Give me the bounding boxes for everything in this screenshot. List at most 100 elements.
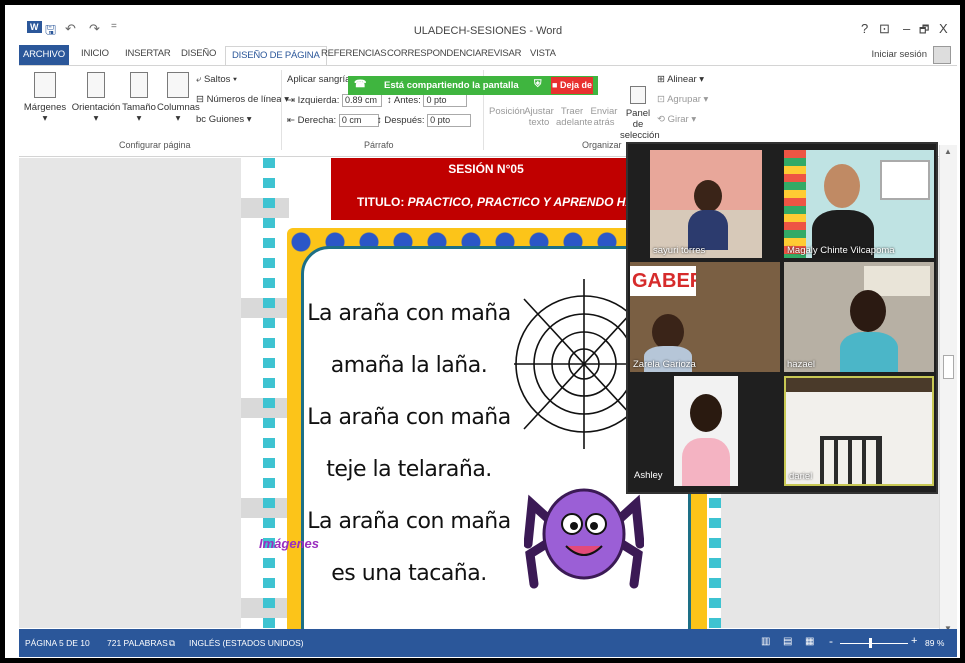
participant-head: [652, 314, 684, 350]
close-icon[interactable]: X: [939, 21, 948, 36]
orientacion-button[interactable]: Orientación ▾: [71, 72, 121, 124]
language-indicator[interactable]: INGLÉS (ESTADOS UNIDOS): [189, 638, 304, 648]
tab-diseno[interactable]: DISEÑO: [181, 48, 216, 59]
word-count[interactable]: 721 PALABRAS: [107, 638, 168, 648]
participant-tile[interactable]: Magaly Chinte Vilcapoma: [784, 150, 934, 258]
session-header: SESIÓN N°05 TITULO: PRACTICO, PRACTICO Y…: [331, 158, 659, 220]
share-banner-text: Está compartiendo la pantalla: [384, 80, 519, 91]
indent-left-icon: ⇥: [287, 95, 295, 107]
indent-right-input[interactable]: 0 cm: [338, 114, 379, 127]
columnas-button[interactable]: Columnas ▾: [157, 72, 200, 124]
tab-insertar[interactable]: INSERTAR: [125, 48, 171, 59]
phone-icon: ☎: [354, 79, 367, 90]
indent-left-input[interactable]: 0.89 cm: [341, 94, 382, 107]
girar-button[interactable]: ⟲ Girar ▾: [657, 114, 696, 125]
spacing-before-icon: ↕: [387, 95, 392, 107]
zoom-slider-thumb[interactable]: [869, 638, 872, 648]
print-layout-icon[interactable]: ▤: [783, 636, 792, 647]
poem-line: teje la telaraña.: [326, 457, 492, 482]
columns-icon: [167, 72, 189, 98]
vertical-scrollbar[interactable]: ▲ ▼: [939, 145, 957, 635]
tab-archivo[interactable]: ARCHIVO: [19, 45, 69, 65]
spacing-after-control: ↕ Después: 0 pto: [377, 114, 472, 127]
help-icon[interactable]: ?: [861, 21, 868, 36]
participant-tile[interactable]: [674, 376, 738, 486]
spacing-after-input[interactable]: 0 pto: [427, 114, 472, 127]
tab-inicio[interactable]: INICIO: [81, 48, 109, 59]
poem-line: es una tacaña.: [331, 561, 487, 586]
video-gallery-panel[interactable]: sayuri torres Magaly Chinte Vilcapoma GA…: [626, 142, 938, 494]
session-number: SESIÓN N°05: [448, 162, 524, 176]
restore-icon[interactable]: 🗗: [919, 21, 929, 40]
participant-name: Ashley: [634, 470, 663, 481]
classroom-posters: [784, 150, 806, 258]
web-layout-icon[interactable]: ▦: [805, 636, 814, 647]
avatar[interactable]: [933, 46, 951, 64]
ajustar-texto-button[interactable]: Ajustar texto: [524, 106, 554, 128]
participant-body: [840, 332, 898, 372]
hyphenation-icon: bc: [196, 114, 207, 125]
scroll-thumb[interactable]: [943, 355, 954, 379]
screen-share-banner: ☎ Está compartiendo la pantalla ⛨ ■ Deja…: [348, 76, 598, 95]
traer-adelante-button[interactable]: Traer adelante: [556, 106, 592, 128]
tab-correspondencia[interactable]: CORRESPONDENCIA: [387, 48, 481, 59]
participant-tile[interactable]: GABER Zarela Garioza: [630, 262, 780, 372]
posicion-button[interactable]: Posición: [489, 106, 525, 117]
imagenes-label: Imágenes: [259, 536, 319, 551]
orientacion-label: Orientación: [71, 102, 121, 113]
read-mode-icon[interactable]: ▥: [761, 636, 770, 647]
panel-seleccion-button[interactable]: Panel de selección: [620, 86, 660, 141]
wave-border-left: [263, 158, 275, 628]
alinear-button[interactable]: ⊞ Alinear ▾: [657, 74, 704, 85]
zoom-level[interactable]: 89 %: [925, 638, 944, 648]
tamano-button[interactable]: Tamaño ▾: [122, 72, 156, 124]
tab-diseno-pagina[interactable]: DISEÑO DE PÁGINA: [225, 46, 327, 65]
poem-line: La araña con maña: [307, 405, 511, 430]
tab-referencias[interactable]: REFERENCIAS: [321, 48, 387, 59]
alinear-label: Alinear: [667, 74, 697, 85]
align-icon: ⊞: [657, 74, 665, 85]
minimize-icon[interactable]: –: [903, 21, 910, 36]
page-indicator[interactable]: PÁGINA 5 DE 10: [25, 638, 90, 648]
participant-tile[interactable]: hazael: [784, 262, 934, 372]
sign-in-link[interactable]: Iniciar sesión: [872, 49, 927, 60]
stop-share-button[interactable]: ■ Deja de: [551, 77, 593, 94]
tab-revisar[interactable]: REVISAR: [481, 48, 522, 59]
rotate-icon: ⟲: [657, 114, 665, 125]
participant-tile-active-speaker[interactable]: dariel: [784, 376, 934, 486]
participant-name: sayuri torres: [653, 245, 706, 256]
guiones-button[interactable]: bc Guiones ▾: [196, 114, 252, 125]
spacing-after-icon: ↕: [377, 115, 382, 127]
orientation-icon: [87, 72, 105, 98]
spacing-before-input[interactable]: 0 pto: [423, 94, 468, 107]
guiones-label: Guiones: [208, 114, 245, 125]
margenes-label: Márgenes: [23, 102, 67, 113]
participant-name: Magaly Chinte Vilcapoma: [787, 245, 895, 256]
ribbon-tabs: ARCHIVO INICIO INSERTAR DISEÑO DISEÑO DE…: [19, 45, 957, 65]
margenes-button[interactable]: Márgenes ▾: [23, 72, 67, 124]
zoom-in-button[interactable]: +: [911, 635, 917, 647]
antes-label: Antes:: [393, 95, 421, 107]
agrupar-label: Agrupar: [667, 94, 701, 105]
agrupar-button[interactable]: ⊡ Agrupar ▾: [657, 94, 708, 105]
word-window: W 🖫 ↶ ↷ = ULADECH-SESIONES - Word ? ⊡ – …: [19, 15, 957, 657]
panel-seleccion-label: Panel de selección: [620, 108, 660, 141]
tab-vista[interactable]: VISTA: [530, 48, 556, 59]
participant-head: [690, 394, 722, 432]
size-icon: [130, 72, 148, 98]
zoom-out-button[interactable]: -: [829, 634, 833, 648]
enviar-atras-button[interactable]: Enviar atrás: [590, 106, 618, 128]
girar-label: Girar: [667, 114, 689, 125]
proofing-icon[interactable]: ⧉: [169, 638, 175, 649]
numeros-linea-label: Números de línea: [206, 94, 282, 105]
participant-head: [850, 290, 886, 332]
ribbon-display-options-icon[interactable]: ⊡: [879, 21, 890, 37]
zoom-slider[interactable]: [840, 643, 908, 644]
shield-icon: ⛨: [534, 79, 542, 90]
spacing-before-control: ↕ Antes: 0 pto: [387, 94, 468, 107]
saltos-button[interactable]: ⤶ Saltos ▾: [196, 74, 237, 85]
scroll-up-icon[interactable]: ▲: [944, 147, 952, 156]
numeros-linea-button[interactable]: ⊟ Números de línea ▾: [196, 94, 289, 105]
participant-name: dariel: [789, 471, 813, 482]
participant-tile[interactable]: sayuri torres: [650, 150, 762, 258]
